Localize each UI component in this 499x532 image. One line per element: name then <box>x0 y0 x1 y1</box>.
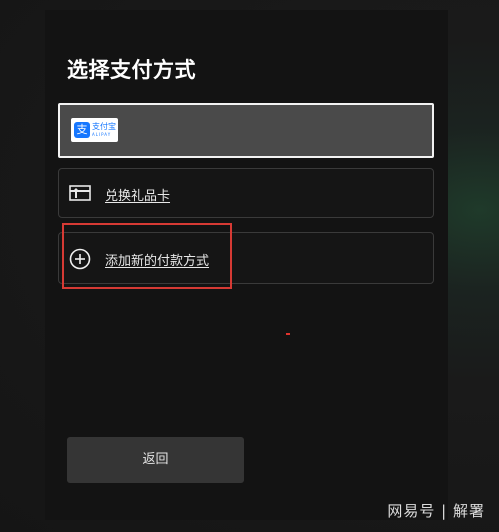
alipay-mark-icon: 支 <box>74 122 90 138</box>
watermark: 网易号 | 解署 <box>387 502 485 520</box>
back-button[interactable]: 返回 <box>67 437 244 483</box>
alipay-logo: 支 支付宝 ALIPAY <box>71 118 118 142</box>
payment-option-alipay[interactable]: 支 支付宝 ALIPAY <box>58 103 434 158</box>
gift-card-label[interactable]: 兑换礼品卡 <box>105 185 170 204</box>
red-marker <box>286 333 290 335</box>
dialog-title: 选择支付方式 <box>67 58 196 82</box>
payment-option-gift-card[interactable]: 兑换礼品卡 <box>58 168 434 218</box>
red-highlight-box <box>62 223 232 289</box>
alipay-logo-subtext: ALIPAY <box>92 132 112 137</box>
gift-card-icon <box>69 185 91 201</box>
alipay-logo-text: 支付宝 <box>92 122 116 131</box>
